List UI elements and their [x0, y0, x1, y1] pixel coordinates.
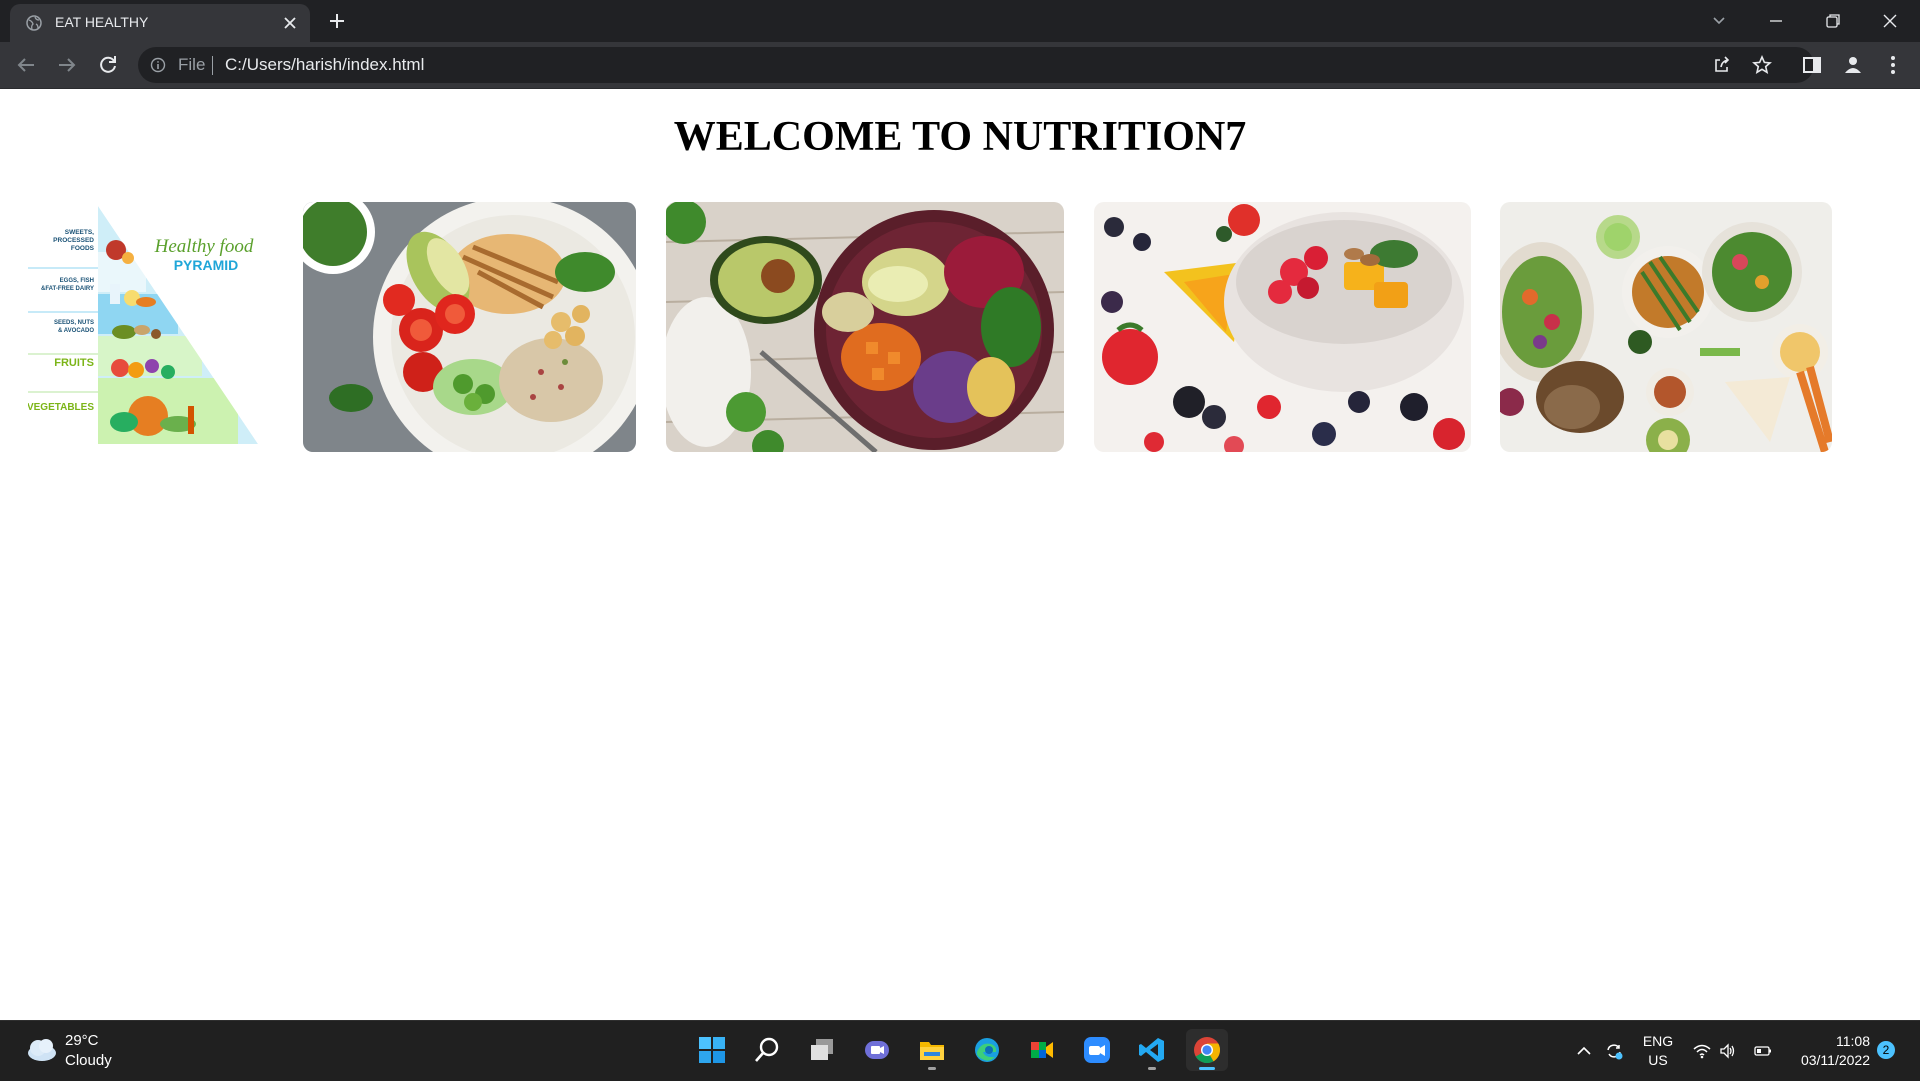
browser-tab[interactable]: EAT HEALTHY: [10, 4, 310, 42]
svg-text:VEGETABLES: VEGETABLES: [28, 402, 94, 413]
windows-start-icon: [699, 1037, 725, 1063]
side-panel-icon[interactable]: [1801, 54, 1823, 76]
buddha-bowl-image: [666, 202, 1064, 452]
chicken-salad-bowl-image: [303, 202, 636, 452]
close-tab-icon[interactable]: [282, 15, 298, 31]
svg-text:&FAT-FREE DAIRY: &FAT-FREE DAIRY: [41, 286, 94, 292]
site-info-icon[interactable]: [150, 57, 166, 73]
google-meet-icon: [1031, 1042, 1053, 1058]
address-bar[interactable]: File C:/Users/harish/index.html: [138, 47, 1814, 83]
fruit-bowl-image: [1094, 202, 1471, 452]
browser-tab-strip: EAT HEALTHY: [0, 0, 1920, 42]
svg-text:SEEDS, NUTS: SEEDS, NUTS: [54, 320, 94, 326]
battery-icon[interactable]: [1754, 1042, 1772, 1060]
folder-icon: [920, 1042, 944, 1060]
page-title: WELCOME TO NUTRITION7: [673, 114, 1247, 160]
task-view-icon: [811, 1039, 833, 1060]
tab-title: EAT HEALTHY: [55, 14, 149, 30]
wifi-icon[interactable]: [1693, 1042, 1711, 1060]
clock-date: 03/11/2022: [1800, 1052, 1870, 1068]
zoom-video-icon: [1084, 1037, 1110, 1063]
weather-condition[interactable]: Cloudy: [65, 1052, 112, 1069]
globe-icon: [26, 15, 42, 31]
taskbar-start-button[interactable]: [691, 1029, 733, 1071]
minimize-icon[interactable]: [1765, 10, 1787, 32]
running-indicator: [928, 1067, 936, 1070]
close-window-icon[interactable]: [1879, 10, 1901, 32]
tab-search-icon[interactable]: [1708, 10, 1730, 32]
svg-text:PROCESSED: PROCESSED: [53, 237, 94, 244]
taskbar-vscode-button[interactable]: [1131, 1029, 1173, 1071]
taskbar-task-view-button[interactable]: [801, 1029, 843, 1071]
profile-icon[interactable]: [1842, 54, 1864, 76]
teams-chat-icon: [865, 1041, 889, 1059]
volume-icon[interactable]: [1719, 1042, 1737, 1060]
reload-icon[interactable]: [96, 53, 120, 77]
taskbar-edge-button[interactable]: [966, 1029, 1008, 1071]
vscode-icon: [1139, 1038, 1164, 1062]
search-icon: [755, 1037, 779, 1062]
share-icon[interactable]: [1712, 55, 1732, 75]
notification-count-badge[interactable]: 2: [1877, 1041, 1895, 1059]
taskbar-teams-button[interactable]: [856, 1029, 898, 1071]
svg-text:EGGS, FISH: EGGS, FISH: [60, 278, 94, 284]
windows-taskbar: 29°C Cloudy ENG US 11:08 03/11/2022 2: [0, 1020, 1920, 1081]
taskbar-zoom-button[interactable]: [1076, 1029, 1118, 1071]
taskbar-search-button[interactable]: [746, 1029, 788, 1071]
active-indicator: [1199, 1067, 1215, 1070]
food-image-gallery: SWEETS, PROCESSED FOODS EGGS, FISH &FAT-…: [0, 202, 1920, 452]
new-tab-icon[interactable]: [327, 11, 347, 31]
input-language-indicator[interactable]: ENG US: [1642, 1032, 1674, 1070]
system-clock[interactable]: 11:08 03/11/2022: [1790, 1032, 1870, 1070]
weather-temperature[interactable]: 29°C: [65, 1032, 99, 1049]
keyboard-layout: US: [1648, 1052, 1668, 1068]
taskbar-meet-button[interactable]: [1021, 1029, 1063, 1071]
url-scheme-label: File: [178, 55, 206, 74]
show-hidden-icons-chevron-icon[interactable]: [1575, 1042, 1593, 1060]
sync-status-icon[interactable]: [1605, 1042, 1623, 1060]
back-icon[interactable]: [14, 53, 38, 77]
browser-toolbar: File C:/Users/harish/index.html: [0, 42, 1920, 89]
svg-text:Healthy food: Healthy food: [154, 236, 254, 257]
taskbar-file-explorer-button[interactable]: [911, 1029, 953, 1071]
bookmark-star-icon[interactable]: [1752, 55, 1772, 75]
forward-icon[interactable]: [55, 53, 79, 77]
clock-time: 11:08: [1836, 1033, 1870, 1049]
running-indicator: [1148, 1067, 1156, 1070]
assorted-healthy-food-image: [1500, 202, 1832, 452]
svg-text:PYRAMID: PYRAMID: [174, 257, 239, 273]
taskbar-chrome-button[interactable]: [1186, 1029, 1228, 1071]
language-code: ENG: [1642, 1033, 1674, 1049]
svg-text:& AVOCADO: & AVOCADO: [58, 328, 94, 334]
cloudy-weather-icon[interactable]: [24, 1037, 58, 1063]
food-pyramid-image: SWEETS, PROCESSED FOODS EGGS, FISH &FAT-…: [28, 202, 260, 452]
url-separator: [212, 56, 213, 75]
svg-text:SWEETS,: SWEETS,: [65, 229, 94, 236]
svg-text:FRUITS: FRUITS: [54, 357, 94, 369]
url-text[interactable]: C:/Users/harish/index.html: [225, 55, 424, 75]
chrome-browser-icon: [1194, 1037, 1221, 1064]
restore-icon[interactable]: [1822, 10, 1844, 32]
edge-browser-icon: [975, 1038, 999, 1062]
more-menu-icon[interactable]: [1882, 54, 1904, 76]
svg-text:FOODS: FOODS: [71, 245, 95, 252]
